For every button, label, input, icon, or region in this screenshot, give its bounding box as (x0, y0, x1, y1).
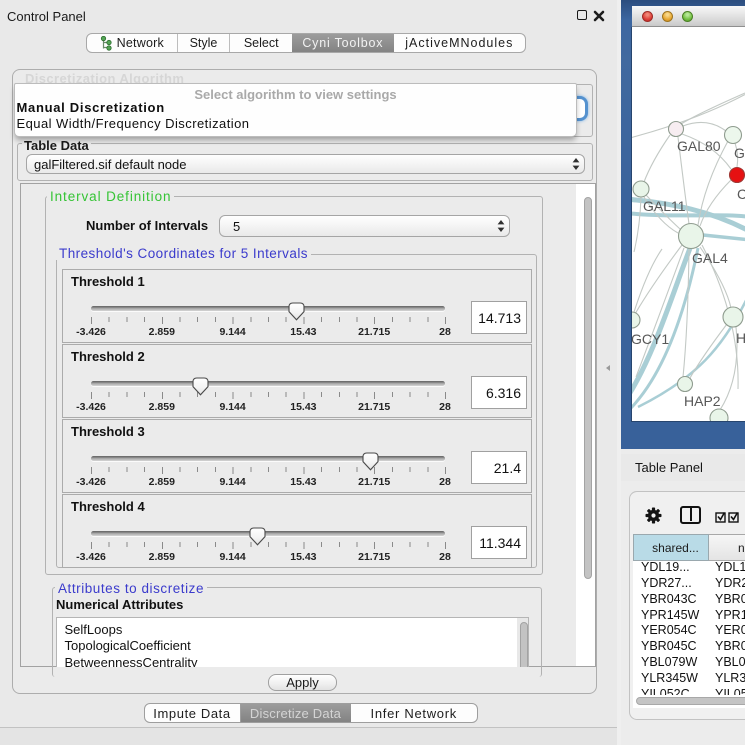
svg-text:GA: GA (734, 145, 745, 161)
svg-text:HAP2: HAP2 (684, 393, 721, 409)
svg-text:GAL11: GAL11 (643, 198, 686, 214)
svg-text:C: C (737, 186, 745, 202)
svg-text:GAL4: GAL4 (692, 250, 728, 266)
svg-text:H: H (736, 330, 745, 346)
svg-text:GAL80: GAL80 (677, 138, 721, 154)
svg-text:GCY1: GCY1 (632, 331, 669, 347)
